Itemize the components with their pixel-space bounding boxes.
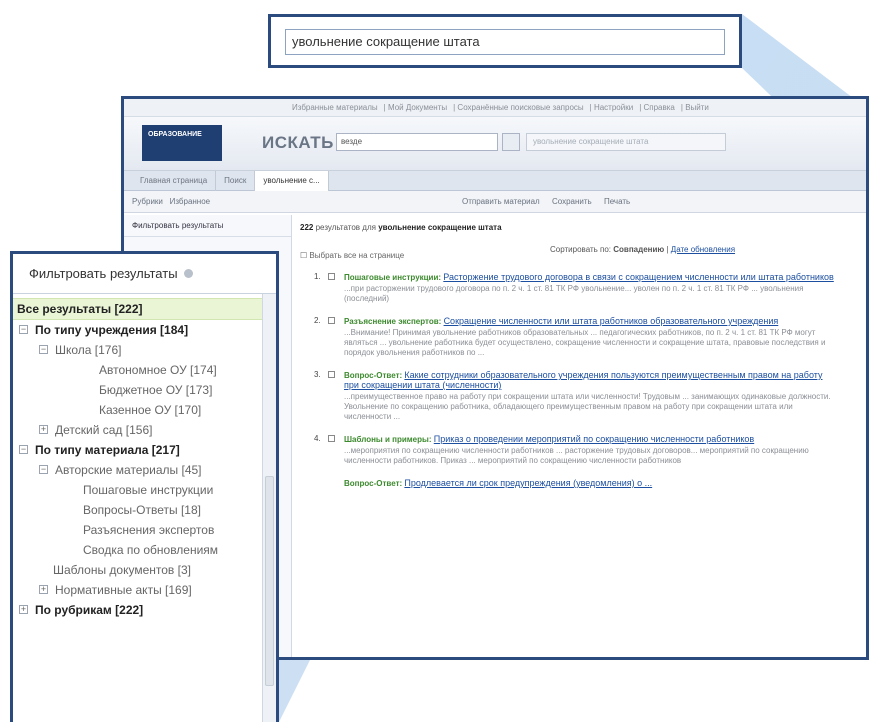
filter-tree-item[interactable]: Разъяснения экспертов: [13, 520, 276, 540]
filter-tree-item[interactable]: Сводка по обновлениям: [13, 540, 276, 560]
top-menu-item[interactable]: Справка: [644, 103, 675, 112]
result-checkbox[interactable]: [328, 435, 335, 442]
filter-tree-label: По типу материала [217]: [35, 443, 180, 457]
filter-tree-label: Шаблоны документов [3]: [53, 563, 191, 577]
filter-tree-label: Школа [176]: [55, 343, 122, 357]
filter-scrollbar[interactable]: [262, 294, 276, 722]
filter-panel-header: Фильтровать результаты: [13, 254, 276, 294]
scrollbar-thumb[interactable]: [265, 476, 274, 686]
top-menu-item[interactable]: Настройки: [594, 103, 633, 112]
top-menu-item[interactable]: Избранные материалы: [292, 103, 378, 112]
search-label: ИСКАТЬ: [262, 133, 334, 152]
result-item: 1. Пошаговые инструкции: Расторжение тру…: [314, 272, 834, 303]
result-checkbox[interactable]: [328, 273, 335, 280]
result-snippet: ...мероприятия по сокращению численности…: [344, 446, 809, 465]
filter-tree-label: Детский сад [156]: [55, 423, 153, 437]
filter-tree-item[interactable]: − По типу учреждения [184]: [13, 320, 276, 340]
results-area: 222 результатов для увольнение сокращени…: [300, 223, 858, 657]
filter-tree-item[interactable]: Шаблоны документов [3]: [13, 560, 276, 580]
rubrics-button[interactable]: Рубрики: [132, 197, 163, 206]
filter-tree-label: Пошаговые инструкции: [83, 483, 214, 497]
result-snippet: ...преимущественное право на работу при …: [344, 392, 831, 421]
filter-tree-label: Нормативные акты [169]: [55, 583, 192, 597]
results-count: 222: [300, 223, 314, 232]
result-item: Вопрос-Ответ: Продлевается ли срок преду…: [344, 478, 653, 488]
filter-tree-label: По рубрикам [222]: [35, 603, 144, 617]
top-menu: Избранные материалы | Мой Документы | Сохр…: [124, 99, 866, 117]
top-menu-item[interactable]: Сохранённые поисковые запросы: [457, 103, 583, 112]
filter-tree-label: Бюджетное ОУ [173]: [99, 383, 213, 397]
sort-relevance-link[interactable]: Совпадению: [613, 245, 664, 254]
result-title-link[interactable]: Приказ о проведении мероприятий по сокра…: [434, 434, 754, 444]
filter-tree-item[interactable]: Казенное ОУ [170]: [13, 400, 276, 420]
result-title-link[interactable]: Расторжение трудового договора в связи с…: [443, 272, 834, 282]
search-zoom-callout: увольнение сокращение штата: [268, 14, 742, 68]
result-checkbox[interactable]: [328, 317, 335, 324]
result-item: 2. Разъяснение экспертов: Сокращение чис…: [300, 316, 858, 358]
send-material-button[interactable]: Отправить материал: [462, 197, 540, 206]
result-snippet: ...Внимание! Принимая увольнение работни…: [344, 328, 826, 357]
search-scope-dropdown-icon[interactable]: [502, 133, 520, 151]
result-checkbox[interactable]: [328, 371, 335, 378]
collapse-icon[interactable]: −: [19, 445, 28, 454]
filter-tree-label: Казенное ОУ [170]: [99, 403, 202, 417]
result-item: 3. Вопрос-Ответ: Какие сотрудники образо…: [300, 370, 858, 422]
filter-tree-item[interactable]: Пошаговые инструкции: [13, 480, 276, 500]
toolbar: Рубрики Избранное Отправить материал Сох…: [124, 191, 866, 213]
collapse-icon[interactable]: −: [39, 465, 48, 474]
filter-panel: Фильтровать результаты Все результаты [2…: [10, 251, 279, 722]
tab-search[interactable]: Поиск: [216, 171, 256, 191]
search-scope-select[interactable]: везде: [336, 133, 498, 151]
top-menu-item[interactable]: Выйти: [685, 103, 709, 112]
filter-tree-item[interactable]: + Детский сад [156]: [13, 420, 276, 440]
results-summary: 222 результатов для увольнение сокращени…: [300, 223, 502, 232]
search-input[interactable]: увольнение сокращение штата: [526, 133, 726, 151]
result-snippet: ...при расторжении трудового договора по…: [344, 284, 804, 303]
tab-results[interactable]: увольнение с...: [255, 171, 329, 191]
filter-tree-item[interactable]: Бюджетное ОУ [173]: [13, 380, 276, 400]
filter-tree-item[interactable]: Вопросы-Ответы [18]: [13, 500, 276, 520]
result-title-link[interactable]: Сокращение численности или штата работни…: [444, 316, 779, 326]
filter-tree-item[interactable]: − Авторские материалы [45]: [13, 460, 276, 480]
sort-controls: Сортировать по: Совпадению | Дате обновл…: [550, 245, 736, 254]
filter-tree-label: Разъяснения экспертов: [83, 523, 215, 537]
result-title-link[interactable]: Какие сотрудники образовательного учрежд…: [344, 370, 822, 390]
print-button[interactable]: Печать: [604, 197, 630, 206]
filter-tree-label: Автономное ОУ [174]: [99, 363, 217, 377]
save-button[interactable]: Сохранить: [552, 197, 592, 206]
filter-tree-item[interactable]: − По типу материала [217]: [13, 440, 276, 460]
filter-tree-item[interactable]: − Школа [176]: [13, 340, 276, 360]
tab-bar: Главная страница Поиск увольнение с...: [124, 171, 866, 191]
brand-logo[interactable]: ОБРАЗОВАНИЕ: [142, 125, 222, 161]
app-header: ОБРАЗОВАНИЕ ИСКАТЬ везде увольнение сокр…: [124, 117, 866, 171]
result-title-link[interactable]: Продлевается ли срок предупреждения (уве…: [404, 478, 652, 488]
expand-icon[interactable]: +: [39, 585, 48, 594]
filter-tree: Все результаты [222] − По типу учреждения…: [13, 294, 276, 620]
collapse-icon[interactable]: −: [39, 345, 48, 354]
expand-icon[interactable]: +: [19, 605, 28, 614]
favorites-button[interactable]: Избранное: [170, 197, 211, 206]
top-menu-item[interactable]: Мой Документы: [388, 103, 447, 112]
filter-tree-item[interactable]: + По рубрикам [222]: [13, 600, 276, 620]
filter-all-results[interactable]: Все результаты [222]: [13, 298, 262, 320]
filter-panel-title: Фильтровать результаты: [29, 266, 178, 281]
filter-tree-label: Вопросы-Ответы [18]: [83, 503, 201, 517]
sort-date-link[interactable]: Дате обновления: [671, 245, 735, 254]
filter-tree-item[interactable]: + Нормативные акты [169]: [13, 580, 276, 600]
tab-home[interactable]: Главная страница: [132, 171, 217, 191]
result-item: 4. Шаблоны и примеры: Приказ о проведени…: [300, 434, 858, 466]
collapse-icon[interactable]: −: [19, 325, 28, 334]
collapse-circle-icon[interactable]: [183, 269, 193, 278]
search-input-zoomed[interactable]: увольнение сокращение штата: [285, 29, 725, 55]
filter-tree-label: По типу учреждения [184]: [35, 323, 189, 337]
filter-tree-item[interactable]: Автономное ОУ [174]: [13, 360, 276, 380]
results-query: увольнение сокращение штата: [378, 223, 502, 232]
sidebar-title: Фильтровать результаты: [124, 215, 291, 237]
expand-icon[interactable]: +: [39, 425, 48, 434]
filter-tree-label: Авторские материалы [45]: [55, 463, 202, 477]
filter-tree-label: Сводка по обновлениям: [83, 543, 219, 557]
